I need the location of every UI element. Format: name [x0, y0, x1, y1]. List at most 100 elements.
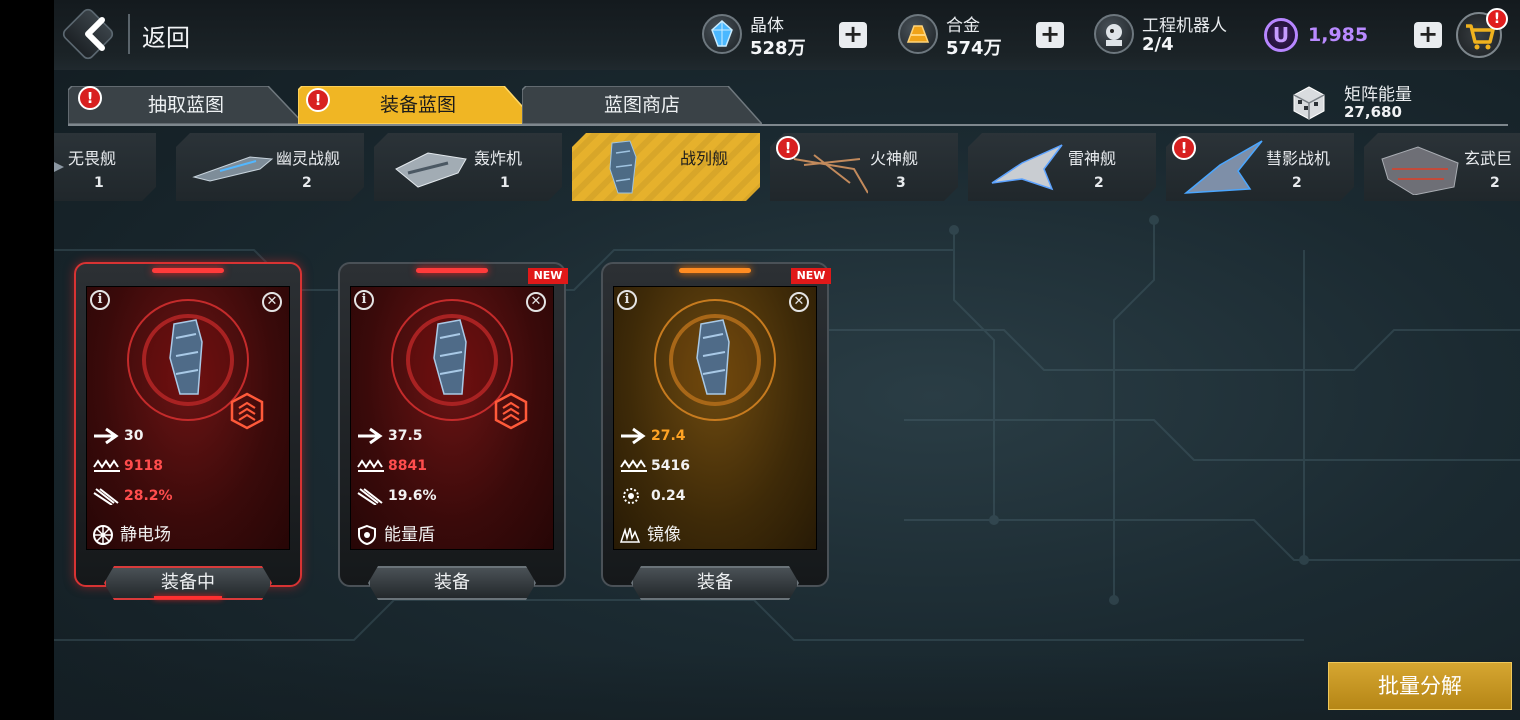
energy-shield-icon	[358, 524, 376, 546]
category-bomber[interactable]: 轰炸机 1	[374, 133, 562, 201]
gear-icon	[623, 488, 639, 504]
category-count: 1	[500, 175, 510, 191]
rarity-glow	[416, 268, 488, 273]
resource-value: 2/4	[1142, 34, 1174, 55]
category-dreadnought[interactable]: 无畏舰 1	[54, 133, 156, 201]
armor-icon	[620, 459, 647, 472]
stat-armor: 8841	[356, 457, 427, 479]
tab-label: 抽取蓝图	[147, 94, 224, 116]
category-name: 彗影战机	[1266, 149, 1331, 168]
category-name: 玄武巨	[1464, 149, 1513, 168]
premium-currency-icon: U	[1264, 18, 1298, 52]
blueprint-card[interactable]: NEW i ✕ 37.5 8841 19.6% 能量盾 装备	[338, 262, 568, 602]
ship-icon	[388, 139, 472, 195]
speed-icon	[358, 427, 383, 445]
rarity-glow	[679, 268, 751, 273]
equipped-button[interactable]: 装备中	[104, 566, 272, 600]
tab-alert-badge: !	[78, 86, 102, 110]
category-thor[interactable]: 雷神舰 2	[968, 133, 1156, 201]
stat-armor: 5416	[619, 457, 690, 479]
tab-blueprint-shop[interactable]: 蓝图商店	[522, 86, 762, 124]
tab-label: 蓝图商店	[603, 94, 680, 116]
category-count: 2	[1490, 175, 1500, 191]
rank-chevron-icon	[230, 392, 264, 430]
speed-icon	[94, 427, 119, 445]
category-count: 2	[1292, 175, 1302, 191]
tab-equip-blueprint[interactable]: 装备蓝图	[298, 86, 538, 124]
info-icon[interactable]: i	[90, 290, 110, 310]
robot-icon	[1094, 14, 1134, 54]
ship-icon	[54, 139, 66, 195]
resource-label: 工程机器人	[1142, 16, 1227, 36]
static-field-icon	[93, 525, 113, 545]
stat-speed: 27.4	[619, 427, 686, 449]
stat-speed: 37.5	[356, 427, 423, 449]
category-name: 无畏舰	[68, 149, 117, 168]
armor-icon	[357, 459, 384, 472]
info-icon[interactable]: i	[617, 290, 637, 310]
discard-icon[interactable]: ✕	[789, 292, 809, 312]
missile-icon	[357, 488, 383, 505]
info-icon[interactable]: i	[354, 290, 374, 310]
category-name: 轰炸机	[474, 149, 523, 168]
resource-label: 合金	[946, 16, 980, 36]
skill-label: 镜像	[619, 520, 681, 546]
discard-icon[interactable]: ✕	[526, 292, 546, 312]
alloy-icon	[898, 14, 938, 54]
rank-chevron-icon	[494, 392, 528, 430]
category-count: 3	[896, 175, 906, 191]
resource-value: 574万	[946, 38, 1002, 59]
resource-alloy: 合金 574万	[898, 8, 1038, 62]
resource-crystal: 晶体 528万	[702, 8, 842, 62]
game-screen: 返回 晶体 528万 + 合金 574万 + 工程机器人 2/4 U 1,985…	[54, 0, 1520, 720]
category-ghost-warship[interactable]: 幽灵战舰 2	[176, 133, 364, 201]
discard-icon[interactable]: ✕	[262, 292, 282, 312]
category-count: 2	[302, 175, 312, 191]
resource-label: 晶体	[750, 16, 784, 36]
bottom-strip	[54, 654, 1520, 720]
category-count: 2	[1094, 175, 1104, 191]
speed-icon	[621, 427, 646, 445]
ship-icon	[982, 139, 1066, 195]
ship-icon	[190, 139, 274, 195]
category-alert-badge: !	[776, 136, 800, 160]
category-name: 雷神舰	[1068, 149, 1117, 168]
tab-alert-badge: !	[306, 88, 330, 112]
stat-armor: 9118	[92, 457, 163, 479]
blueprint-card[interactable]: NEW i ✕ 27.4 5416 0.24 镜像 装备	[601, 262, 831, 602]
stat-crit: 19.6%	[356, 487, 437, 509]
tab-divider	[68, 124, 1508, 126]
battleship-icon	[586, 139, 670, 195]
category-xuanwu[interactable]: 玄武巨 2	[1364, 133, 1520, 201]
battleship-icon	[433, 319, 467, 395]
add-alloy-button[interactable]: +	[1036, 22, 1064, 48]
armor-icon	[93, 459, 120, 472]
matrix-energy-label: 矩阵能量	[1344, 85, 1412, 105]
add-crystal-button[interactable]: +	[839, 22, 867, 48]
resource-value: 528万	[750, 38, 806, 59]
premium-currency-value: 1,985	[1308, 24, 1369, 46]
battleship-icon	[696, 319, 730, 395]
tab-draw-blueprint[interactable]: 抽取蓝图	[68, 86, 304, 124]
resource-robot: 工程机器人 2/4	[1094, 8, 1244, 62]
add-premium-button[interactable]: +	[1414, 22, 1442, 48]
category-battleship[interactable]: 战列舰	[572, 133, 760, 201]
equipped-indicator	[154, 596, 222, 599]
new-badge: NEW	[528, 268, 568, 284]
stat-crit: 28.2%	[92, 487, 173, 509]
equip-button[interactable]: 装备	[368, 566, 536, 600]
equip-button[interactable]: 装备	[631, 566, 799, 600]
back-label[interactable]: 返回	[142, 18, 190, 53]
matrix-energy-value: 27,680	[1344, 103, 1402, 121]
blueprint-card[interactable]: i ✕ 30 9118 28.2% 静电场 装备中	[74, 262, 302, 602]
battleship-icon	[169, 319, 203, 395]
rarity-glow	[152, 268, 224, 273]
stat-cooldown: 0.24	[619, 487, 686, 509]
batch-decompose-button[interactable]: 批量分解	[1328, 662, 1512, 710]
category-alert-badge: !	[1172, 136, 1196, 160]
ship-icon	[1378, 139, 1462, 195]
mirror-image-icon	[619, 527, 641, 543]
skill-label: 能量盾	[356, 520, 435, 546]
back-arrow-icon[interactable]	[76, 14, 116, 54]
header-separator	[128, 14, 130, 54]
